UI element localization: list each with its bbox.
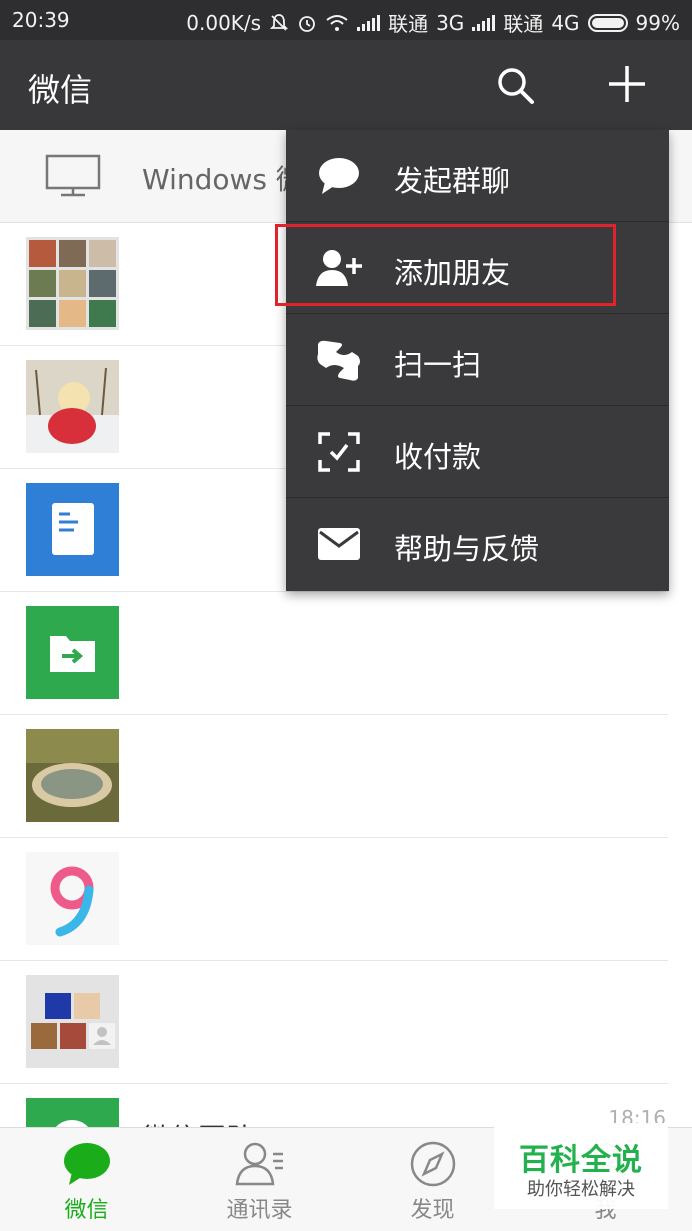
highlight-box xyxy=(275,224,616,306)
mute-bell-icon xyxy=(269,13,289,31)
plus-dropdown-menu: 发起群聊 添加朋友 扫一扫 收付款 帮助与反馈 xyxy=(286,130,669,591)
contacts-icon xyxy=(235,1142,283,1186)
status-bar: 20:39 0.00K/s 联通 3G 联通 4G 99% xyxy=(0,0,692,40)
pc-login-label: Windows 微 xyxy=(142,163,292,196)
battery-level: 99% xyxy=(635,10,680,35)
menu-item-label: 帮助与反馈 xyxy=(394,532,540,566)
document-avatar xyxy=(26,483,119,576)
pond-avatar xyxy=(26,729,119,822)
menu-item-scan[interactable]: 扫一扫 xyxy=(286,314,669,406)
list-item[interactable] xyxy=(0,715,692,838)
carrier-1: 联通 xyxy=(388,12,429,36)
menu-item-label: 收付款 xyxy=(394,440,482,474)
search-icon[interactable] xyxy=(494,64,536,106)
plus-icon[interactable] xyxy=(606,63,648,105)
chat-bubble-icon xyxy=(319,158,359,194)
contact-avatar xyxy=(26,360,119,453)
list-item[interactable] xyxy=(0,961,692,1084)
network-speed: 0.00K/s xyxy=(186,10,262,35)
watermark-title: 百科全说 xyxy=(519,1143,643,1178)
miui-avatar xyxy=(26,852,119,945)
chat-bubble-icon xyxy=(64,1143,110,1185)
alarm-icon xyxy=(299,15,315,32)
tab-label: 微信 xyxy=(64,1198,109,1223)
group-avatar xyxy=(26,975,119,1068)
payment-icon xyxy=(318,432,360,472)
menu-item-label: 扫一扫 xyxy=(394,348,482,382)
app-bar: 微信 xyxy=(0,40,692,130)
menu-item-help-feedback[interactable]: 帮助与反馈 xyxy=(286,498,669,590)
list-item[interactable] xyxy=(0,838,692,961)
status-time: 20:39 xyxy=(12,8,70,32)
mail-icon xyxy=(318,528,360,560)
scan-icon xyxy=(317,340,360,381)
file-transfer-avatar xyxy=(26,606,119,699)
watermark-subtitle: 助你轻松解决 xyxy=(527,1179,635,1200)
network-type-2: 4G xyxy=(551,10,580,35)
compass-icon xyxy=(410,1141,456,1187)
tab-chats[interactable]: 微信 xyxy=(0,1128,173,1231)
menu-item-label: 发起群聊 xyxy=(394,164,511,198)
monitor-icon xyxy=(45,154,101,197)
status-indicators: 0.00K/s 联通 3G 联通 4G 99% xyxy=(186,8,680,37)
watermark-logo: 百科全说 助你轻松解决 xyxy=(494,1123,668,1209)
tab-contacts[interactable]: 通讯录 xyxy=(173,1128,346,1231)
battery-icon xyxy=(587,13,628,32)
group-avatar xyxy=(26,237,119,330)
app-title: 微信 xyxy=(28,71,93,109)
menu-item-group-chat[interactable]: 发起群聊 xyxy=(286,130,669,222)
carrier-2: 联通 xyxy=(503,12,544,36)
wifi-icon xyxy=(326,14,348,31)
list-item[interactable] xyxy=(0,592,692,715)
signal-icon xyxy=(472,14,496,31)
network-type-1: 3G xyxy=(436,10,465,35)
tab-label: 通讯录 xyxy=(226,1198,293,1223)
signal-icon xyxy=(357,14,381,31)
menu-item-payment[interactable]: 收付款 xyxy=(286,406,669,498)
